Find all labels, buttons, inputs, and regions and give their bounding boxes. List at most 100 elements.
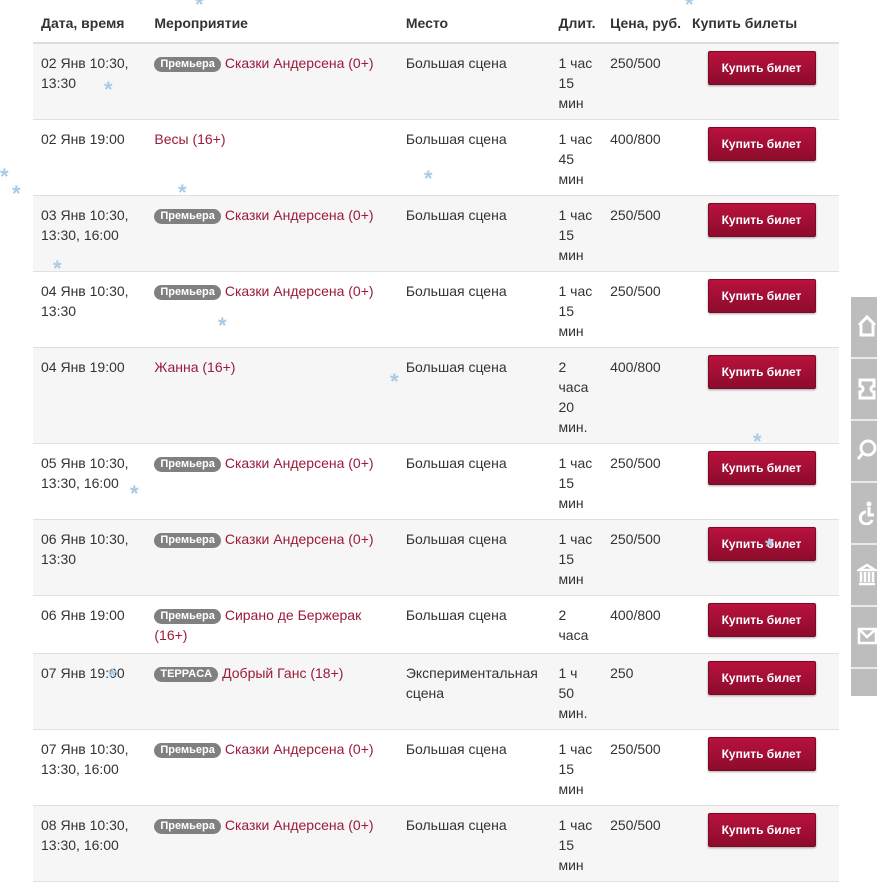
header-buy: Купить билеты bbox=[684, 0, 839, 44]
date-cell: 04 Янв 19:00 bbox=[33, 347, 147, 444]
date-cell: 02 Янв 19:00 bbox=[33, 119, 147, 196]
duration-cell: 2 часа 20 мин. bbox=[550, 347, 603, 444]
event-cell: Премьера Сказки Андерсена (0+) bbox=[146, 43, 398, 120]
table-row: 06 Янв 19:00 Премьера Сирано де Бержерак (… bbox=[33, 595, 839, 654]
price-cell: 250/500 bbox=[602, 519, 685, 596]
price-cell: 400/800 bbox=[602, 119, 685, 196]
buy-ticket-button[interactable]: Купить билет bbox=[707, 813, 816, 847]
table-row: 03 Янв 10:30, 13:30, 16:00 Премьера Сказки… bbox=[33, 195, 839, 272]
date-cell: 07 Янв 19:00 bbox=[33, 653, 147, 730]
accessibility-icon bbox=[858, 501, 874, 525]
event-badge: TEPPACA bbox=[154, 667, 219, 682]
date-cell: 05 Янв 10:30, 13:30, 16:00 bbox=[33, 443, 147, 520]
price-cell: 250 bbox=[602, 653, 685, 730]
event-link[interactable]: Сказки Андерсена (0+) bbox=[225, 455, 374, 471]
place-cell: Большая сцена bbox=[397, 119, 551, 196]
buy-cell: Купить билет bbox=[684, 195, 839, 272]
home-icon bbox=[857, 315, 877, 337]
event-link[interactable]: Добрый Ганс (18+) bbox=[222, 665, 343, 681]
table-row: 04 Янв 19:00 Жанна (16+) Большая сцена 2 ча… bbox=[33, 347, 839, 444]
event-cell: Премьера Сказки Андерсена (0+) bbox=[146, 271, 398, 348]
schedule-table: Дата, время Мероприятие Место Длит. Цена… bbox=[33, 0, 839, 882]
event-link[interactable]: Весы (16+) bbox=[154, 131, 225, 147]
header-date: Дата, время bbox=[33, 0, 147, 44]
event-cell: Премьера Сказки Андерсена (0+) bbox=[146, 443, 398, 520]
tickets-button[interactable] bbox=[851, 359, 877, 421]
buy-ticket-button[interactable]: Купить билет bbox=[707, 127, 816, 161]
duration-cell: 1 час 15 мин bbox=[550, 443, 603, 520]
buy-ticket-button[interactable]: Купить билет bbox=[707, 737, 816, 771]
schedule-table-wrapper: Дата, время Мероприятие Место Длит. Цена… bbox=[33, 0, 839, 882]
home-button[interactable] bbox=[851, 297, 877, 359]
buy-cell: Купить билет bbox=[684, 595, 839, 654]
date-cell: 06 Янв 10:30, 13:30 bbox=[33, 519, 147, 596]
duration-cell: 1 час 45 мин bbox=[550, 119, 603, 196]
buy-ticket-button[interactable]: Купить билет bbox=[707, 527, 816, 561]
buy-ticket-button[interactable]: Купить билет bbox=[707, 451, 816, 485]
place-cell: Большая сцена bbox=[397, 43, 551, 120]
event-link[interactable]: Сказки Андерсена (0+) bbox=[225, 207, 374, 223]
event-badge: Премьера bbox=[154, 819, 221, 834]
price-cell: 250/500 bbox=[602, 195, 685, 272]
date-cell: 02 Янв 10:30, 13:30 bbox=[33, 43, 147, 120]
search-icon bbox=[857, 439, 877, 460]
place-cell: Большая сцена bbox=[397, 595, 551, 654]
event-cell: Премьера Сказки Андерсена (0+) bbox=[146, 195, 398, 272]
event-cell: Весы (16+) bbox=[146, 119, 398, 196]
duration-cell: 1 час 15 мин bbox=[550, 519, 603, 596]
event-link[interactable]: Сказки Андерсена (0+) bbox=[225, 531, 374, 547]
theatre-button[interactable] bbox=[851, 545, 877, 607]
price-cell: 400/800 bbox=[602, 595, 685, 654]
event-link[interactable]: Сказки Андерсена (0+) bbox=[225, 817, 374, 833]
date-cell: 03 Янв 10:30, 13:30, 16:00 bbox=[33, 195, 147, 272]
event-badge: Премьера bbox=[154, 285, 221, 300]
buy-ticket-button[interactable]: Купить билет bbox=[707, 203, 816, 237]
date-cell: 06 Янв 19:00 bbox=[33, 595, 147, 654]
header-event: Мероприятие bbox=[146, 0, 398, 44]
duration-cell: 1 час 15 мин bbox=[550, 271, 603, 348]
price-cell: 250/500 bbox=[602, 805, 685, 882]
event-cell: TEPPACA Добрый Ганс (18+) bbox=[146, 653, 398, 730]
place-cell: Большая сцена bbox=[397, 519, 551, 596]
place-cell: Большая сцена bbox=[397, 729, 551, 806]
search-button[interactable] bbox=[851, 421, 877, 483]
accessibility-button[interactable] bbox=[851, 483, 877, 545]
side-toolbar bbox=[851, 297, 877, 696]
header-place: Место bbox=[397, 0, 551, 44]
event-badge: Премьера bbox=[154, 457, 221, 472]
table-row: 07 Янв 19:00 TEPPACA Добрый Ганс (18+) Эксп… bbox=[33, 653, 839, 730]
buy-cell: Купить билет bbox=[684, 443, 839, 520]
event-link[interactable]: Сказки Андерсена (0+) bbox=[225, 283, 374, 299]
price-cell: 250/500 bbox=[602, 43, 685, 120]
snowflake-decoration: * bbox=[0, 164, 9, 189]
buy-ticket-button[interactable]: Купить билет bbox=[707, 603, 816, 637]
price-cell: 250/500 bbox=[602, 729, 685, 806]
buy-cell: Купить билет bbox=[684, 805, 839, 882]
mail-button[interactable] bbox=[851, 607, 877, 669]
buy-ticket-button[interactable]: Купить билет bbox=[707, 51, 816, 85]
ticket-icon bbox=[858, 378, 876, 400]
date-cell: 08 Янв 10:30, 13:30, 16:00 bbox=[33, 805, 147, 882]
buy-cell: Купить билет bbox=[684, 119, 839, 196]
buy-cell: Купить билет bbox=[684, 729, 839, 806]
buy-cell: Купить билет bbox=[684, 653, 839, 730]
buy-cell: Купить билет bbox=[684, 519, 839, 596]
buy-cell: Купить билет bbox=[684, 271, 839, 348]
table-row: 05 Янв 10:30, 13:30, 16:00 Премьера Сказки… bbox=[33, 443, 839, 520]
place-cell: Большая сцена bbox=[397, 271, 551, 348]
header-price: Цена, руб. bbox=[602, 0, 685, 44]
buy-ticket-button[interactable]: Купить билет bbox=[707, 279, 816, 313]
table-row: 04 Янв 10:30, 13:30 Премьера Сказки Андерс… bbox=[33, 271, 839, 348]
buy-ticket-button[interactable]: Купить билет bbox=[707, 355, 816, 389]
table-row: 02 Янв 10:30, 13:30 Премьера Сказки Андерс… bbox=[33, 43, 839, 120]
buy-cell: Купить билет bbox=[684, 347, 839, 444]
snowflake-decoration: * bbox=[12, 181, 21, 206]
table-header: Дата, время Мероприятие Место Длит. Цена… bbox=[33, 0, 839, 44]
date-cell: 04 Янв 10:30, 13:30 bbox=[33, 271, 147, 348]
event-link[interactable]: Жанна (16+) bbox=[154, 359, 235, 375]
duration-cell: 1 час 15 мин bbox=[550, 805, 603, 882]
event-link[interactable]: Сказки Андерсена (0+) bbox=[225, 55, 374, 71]
place-cell: Большая сцена bbox=[397, 805, 551, 882]
buy-ticket-button[interactable]: Купить билет bbox=[707, 661, 816, 695]
event-link[interactable]: Сказки Андерсена (0+) bbox=[225, 741, 374, 757]
